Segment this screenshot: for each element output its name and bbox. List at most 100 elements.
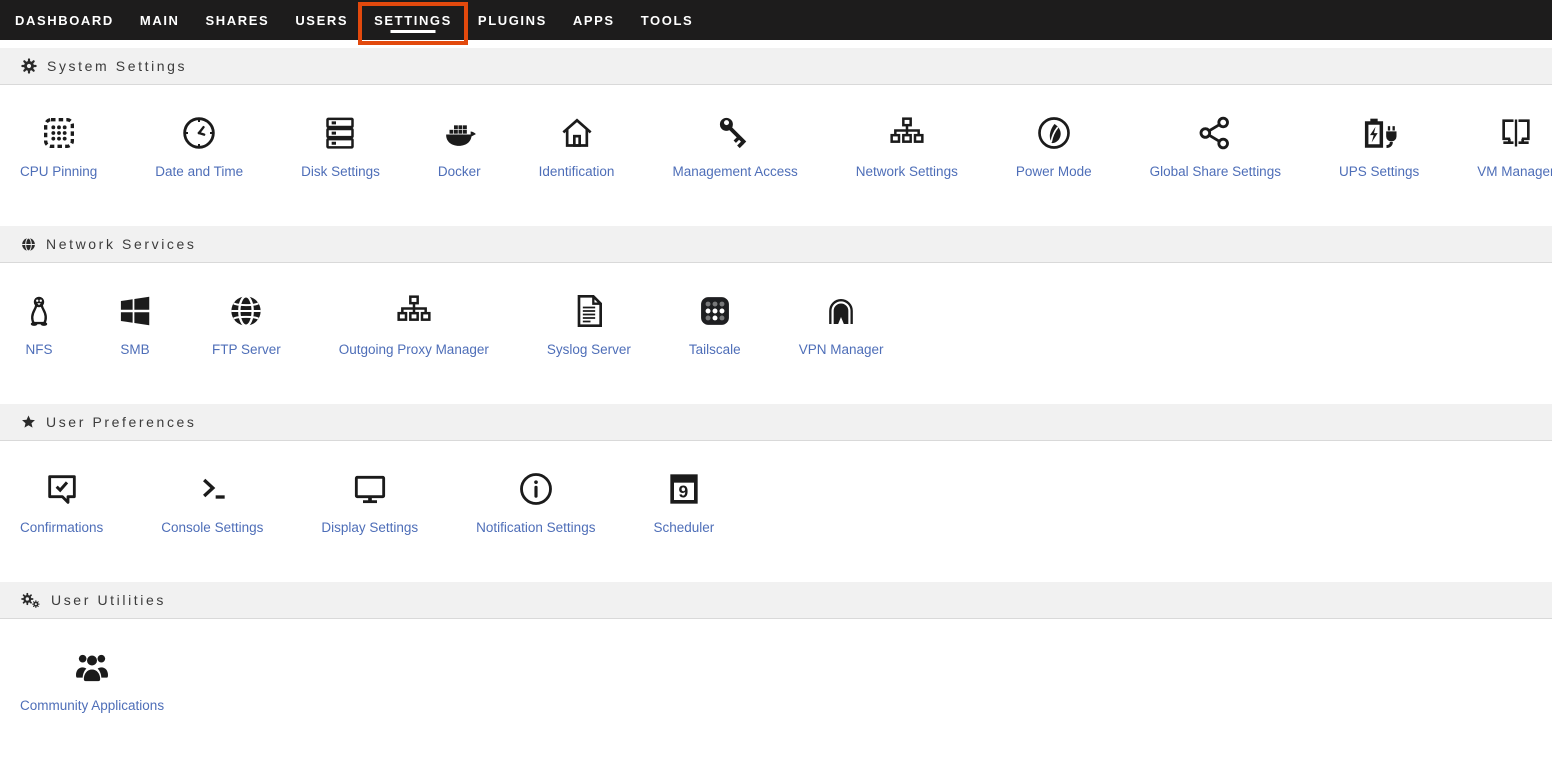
- battery-plug-icon: [1359, 110, 1399, 156]
- app-item-disk-settings[interactable]: Disk Settings: [301, 110, 380, 179]
- users-group-icon: [72, 644, 112, 690]
- comment-check-icon: [42, 466, 82, 512]
- app-item-label: Disk Settings: [301, 164, 380, 179]
- tailscale-icon: [696, 288, 734, 334]
- app-item-outgoing-proxy-manager[interactable]: Outgoing Proxy Manager: [339, 288, 489, 357]
- app-item-scheduler[interactable]: 9 Scheduler: [653, 466, 714, 535]
- section-body-system-settings: CPU Pinning Date and Time: [0, 85, 1552, 226]
- app-item-label: Tailscale: [689, 342, 741, 357]
- app-item-identification[interactable]: Identification: [539, 110, 615, 179]
- nav-item-main[interactable]: MAIN: [127, 0, 193, 40]
- section-user-preferences: User Preferences Confirmations Console S…: [0, 404, 1552, 582]
- app-item-label: Power Mode: [1016, 164, 1092, 179]
- section-title: Network Services: [46, 236, 197, 252]
- nav-item-apps[interactable]: APPS: [560, 0, 628, 40]
- star-icon: [20, 414, 37, 431]
- app-item-date-and-time[interactable]: Date and Time: [155, 110, 243, 179]
- app-item-label: Date and Time: [155, 164, 243, 179]
- calendar-icon: 9: [664, 466, 704, 512]
- main-nav: DASHBOARD MAIN SHARES USERS SETTINGS PLU…: [0, 0, 1552, 40]
- info-circle-icon: [516, 466, 556, 512]
- app-item-label: Display Settings: [321, 520, 418, 535]
- app-item-nfs[interactable]: NFS: [20, 288, 58, 357]
- terminal-icon: [192, 466, 232, 512]
- app-item-smb[interactable]: SMB: [116, 288, 154, 357]
- nav-item-label: TOOLS: [641, 13, 694, 28]
- app-item-console-settings[interactable]: Console Settings: [161, 466, 263, 535]
- app-item-global-share-settings[interactable]: Global Share Settings: [1150, 110, 1281, 179]
- globe-icon: [226, 288, 266, 334]
- app-item-syslog-server[interactable]: Syslog Server: [547, 288, 631, 357]
- section-title: User Utilities: [51, 592, 166, 608]
- app-item-network-settings[interactable]: Network Settings: [856, 110, 958, 179]
- app-item-tailscale[interactable]: Tailscale: [689, 288, 741, 357]
- nav-item-label: APPS: [573, 13, 615, 28]
- app-item-notification-settings[interactable]: Notification Settings: [476, 466, 595, 535]
- app-item-label: Scheduler: [653, 520, 714, 535]
- calendar-digit: 9: [678, 481, 688, 501]
- docker-whale-icon: [439, 110, 479, 156]
- nav-item-tools[interactable]: TOOLS: [628, 0, 707, 40]
- section-network-services: Network Services NFS: [0, 226, 1552, 404]
- section-header-system-settings: System Settings: [0, 48, 1552, 85]
- section-header-user-preferences: User Preferences: [0, 404, 1552, 441]
- linux-tux-icon: [20, 288, 58, 334]
- app-item-label: Management Access: [672, 164, 797, 179]
- app-item-vm-manager[interactable]: VM Manager: [1477, 110, 1552, 179]
- nav-item-plugins[interactable]: PLUGINS: [465, 0, 560, 40]
- app-item-power-mode[interactable]: Power Mode: [1016, 110, 1092, 179]
- section-body-user-preferences: Confirmations Console Settings Display S…: [0, 441, 1552, 582]
- nav-item-label: MAIN: [140, 13, 180, 28]
- app-item-label: Notification Settings: [476, 520, 595, 535]
- microchip-icon: [39, 110, 79, 156]
- nav-item-settings[interactable]: SETTINGS: [361, 0, 465, 40]
- active-tab-underline: [391, 30, 436, 33]
- key-icon: [715, 110, 755, 156]
- share-nodes-icon: [1195, 110, 1235, 156]
- app-item-ups-settings[interactable]: UPS Settings: [1339, 110, 1419, 179]
- monitor-icon: [350, 466, 390, 512]
- vpn-tunnel-icon: [821, 288, 861, 334]
- nav-item-label: SETTINGS: [374, 13, 452, 28]
- sitemap-icon: [394, 288, 434, 334]
- settings-page: System Settings CPU Pinning: [0, 40, 1552, 760]
- app-item-management-access[interactable]: Management Access: [672, 110, 797, 179]
- section-user-utilities: User Utilities Community Applications: [0, 582, 1552, 760]
- app-item-docker[interactable]: Docker: [438, 110, 481, 179]
- app-item-label: Identification: [539, 164, 615, 179]
- app-item-label: Global Share Settings: [1150, 164, 1281, 179]
- app-item-label: VM Manager: [1477, 164, 1552, 179]
- section-body-network-services: NFS SMB FTP Server: [0, 263, 1552, 404]
- app-item-label: Confirmations: [20, 520, 103, 535]
- section-body-user-utilities: Community Applications: [0, 619, 1552, 760]
- app-item-label: Community Applications: [20, 698, 164, 713]
- app-item-label: Outgoing Proxy Manager: [339, 342, 489, 357]
- app-item-community-applications[interactable]: Community Applications: [20, 644, 164, 713]
- server-stack-icon: [320, 110, 360, 156]
- nav-item-shares[interactable]: SHARES: [193, 0, 283, 40]
- clock-icon: [179, 110, 219, 156]
- nav-item-users[interactable]: USERS: [282, 0, 361, 40]
- vm-split-icon: [1496, 110, 1536, 156]
- section-header-user-utilities: User Utilities: [0, 582, 1552, 619]
- gear-icon: [20, 57, 38, 75]
- app-item-cpu-pinning[interactable]: CPU Pinning: [20, 110, 97, 179]
- app-item-confirmations[interactable]: Confirmations: [20, 466, 103, 535]
- nav-item-dashboard[interactable]: DASHBOARD: [2, 0, 127, 40]
- app-item-vpn-manager[interactable]: VPN Manager: [799, 288, 884, 357]
- app-item-label: Console Settings: [161, 520, 263, 535]
- windows-icon: [116, 288, 154, 334]
- leaf-circle-icon: [1034, 110, 1074, 156]
- section-system-settings: System Settings CPU Pinning: [0, 48, 1552, 226]
- file-text-icon: [569, 288, 609, 334]
- nav-item-label: PLUGINS: [478, 13, 547, 28]
- app-item-display-settings[interactable]: Display Settings: [321, 466, 418, 535]
- nav-item-label: USERS: [295, 13, 348, 28]
- app-item-label: CPU Pinning: [20, 164, 97, 179]
- app-item-ftp-server[interactable]: FTP Server: [212, 288, 281, 357]
- globe-icon: [20, 236, 37, 253]
- section-title: System Settings: [47, 58, 187, 74]
- app-item-label: NFS: [26, 342, 53, 357]
- app-item-label: FTP Server: [212, 342, 281, 357]
- app-item-label: Syslog Server: [547, 342, 631, 357]
